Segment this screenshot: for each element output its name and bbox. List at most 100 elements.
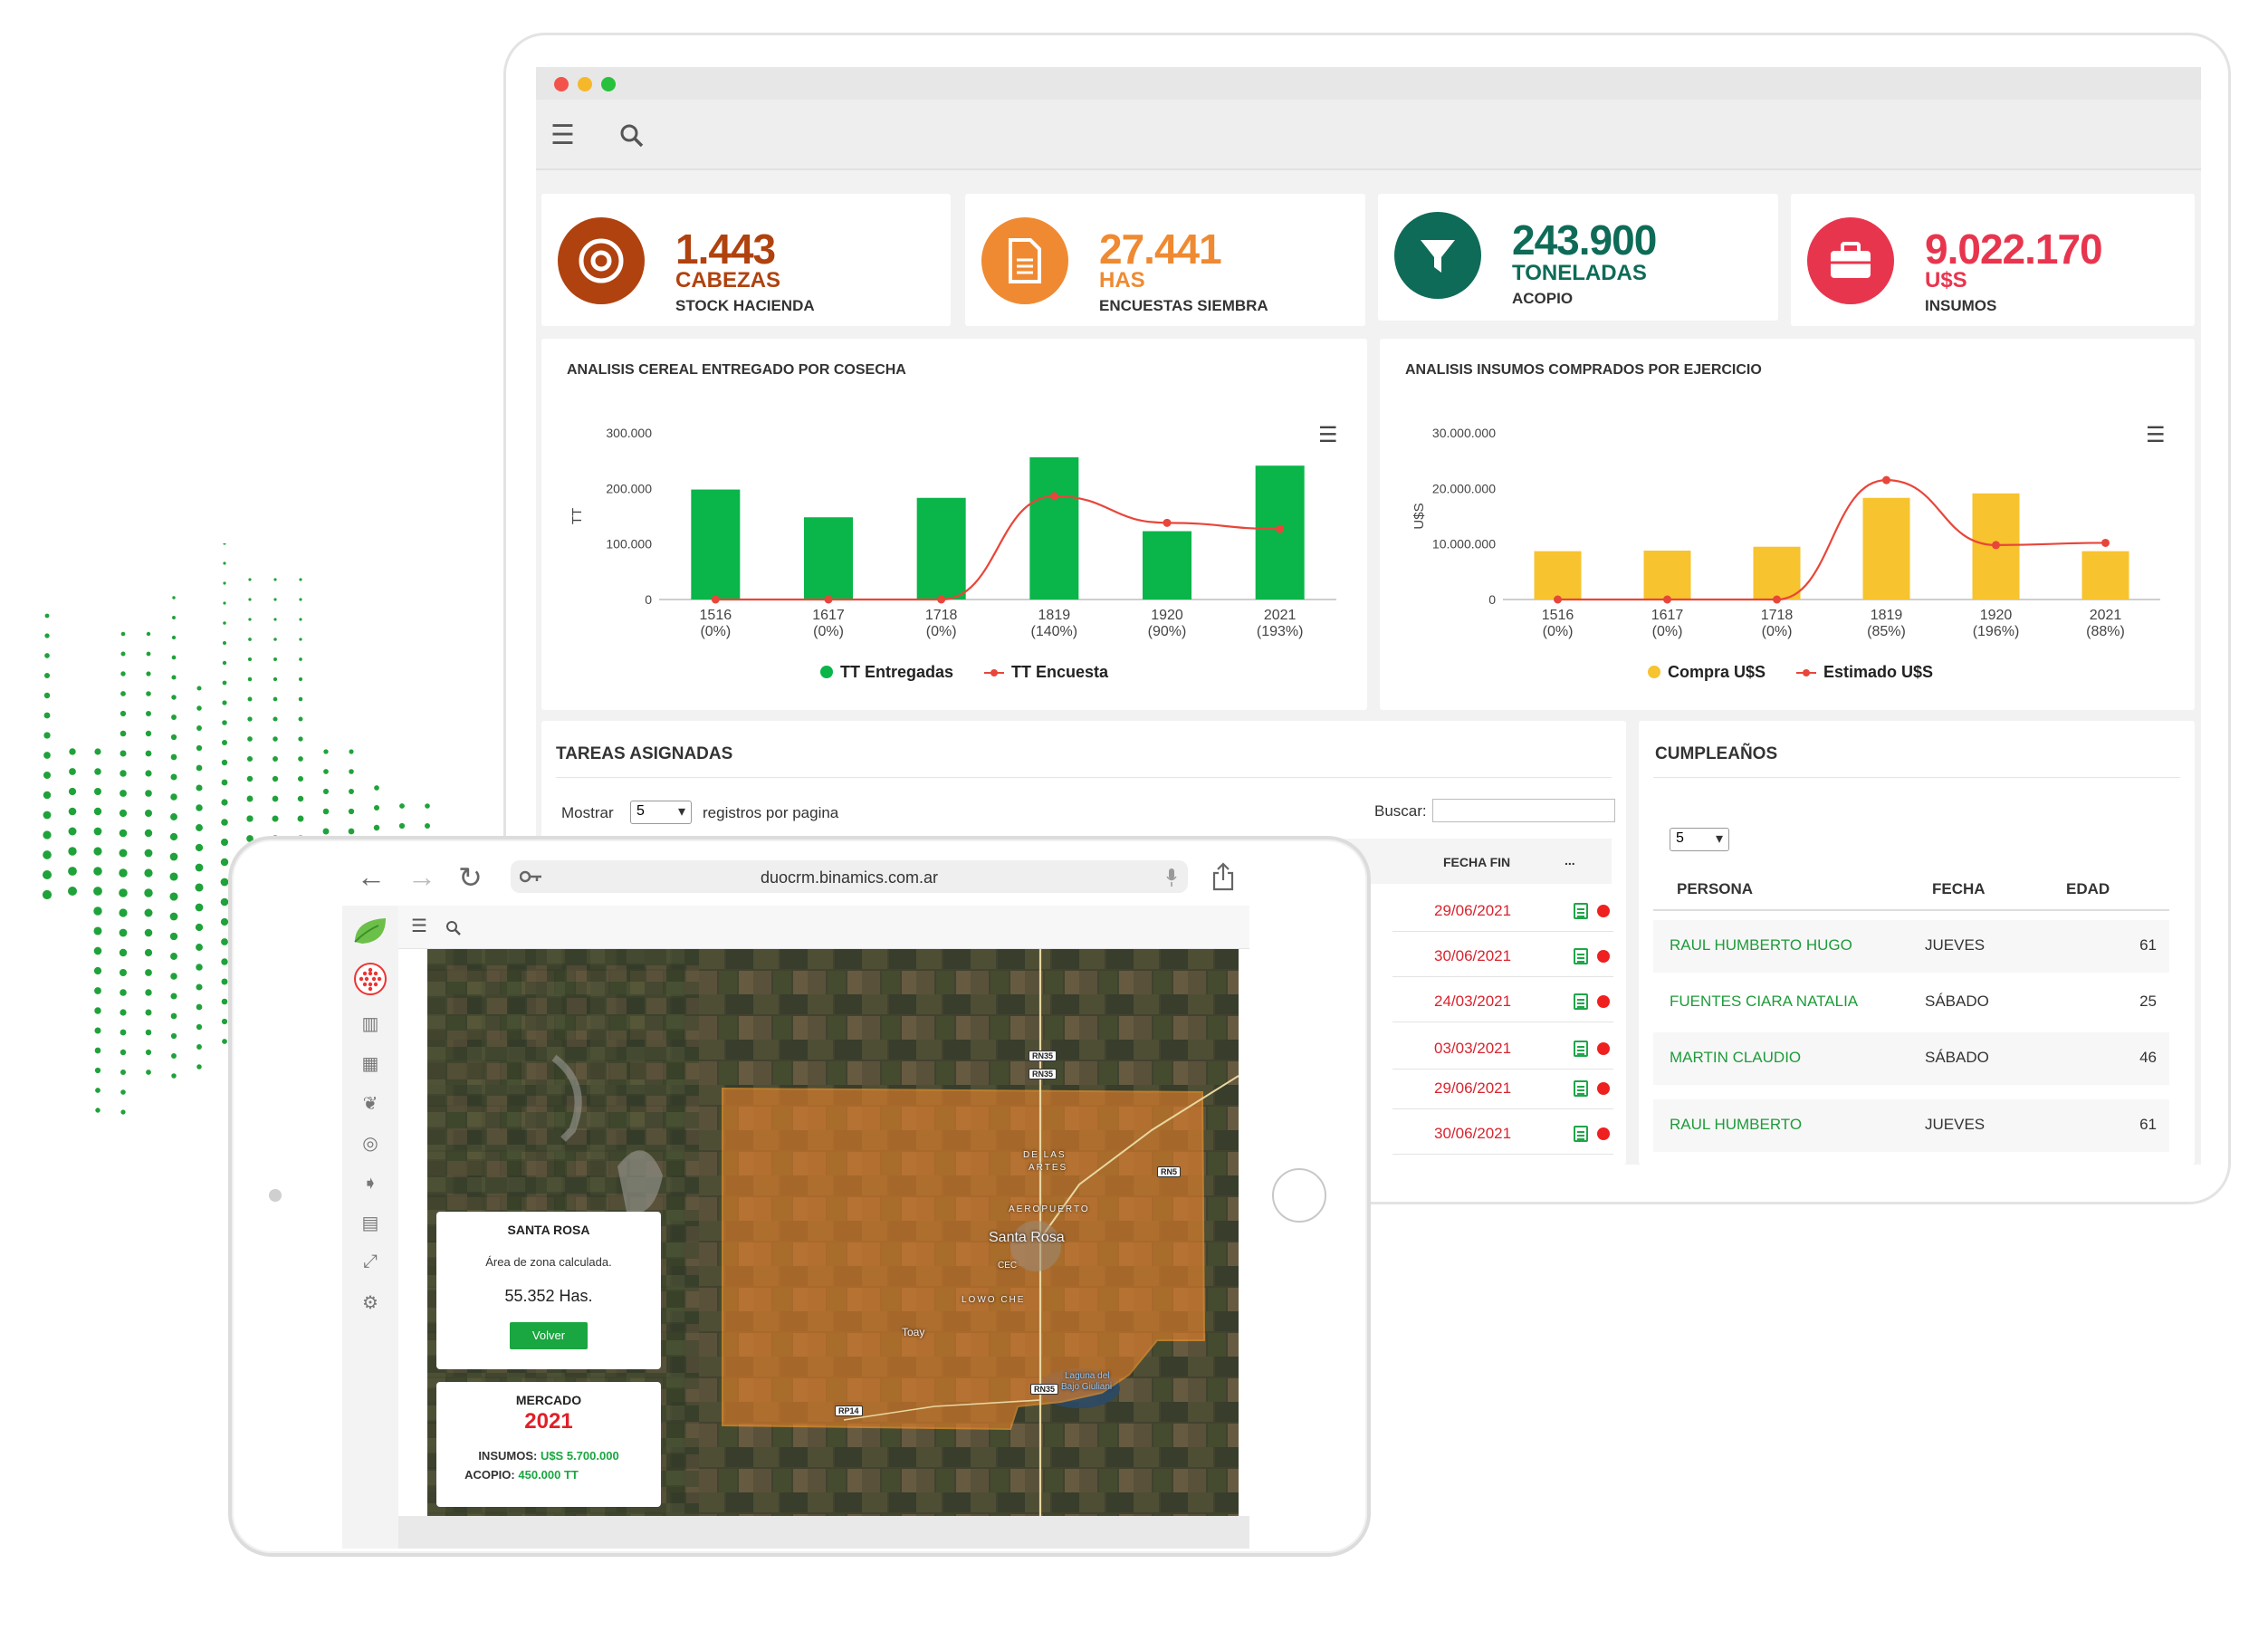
persona-link[interactable]: FUENTES CIARA NATALIA (1670, 993, 1858, 1011)
persona-link[interactable]: RAUL HUMBERTO HUGO (1670, 936, 1852, 955)
bar[interactable] (1029, 456, 1079, 600)
search-icon[interactable] (619, 123, 645, 149)
bar[interactable] (691, 489, 741, 600)
decor-dot (248, 638, 252, 641)
line-point[interactable] (711, 595, 720, 604)
line-point[interactable] (937, 595, 946, 604)
kpi-value: 27.441 (1099, 225, 1222, 273)
expand-icon[interactable]: ⤢ (357, 1252, 384, 1272)
decor-dot (94, 1047, 101, 1054)
line-point[interactable] (1992, 541, 2000, 550)
legend-item-line[interactable]: TT Encuesta (984, 663, 1108, 682)
document-icon[interactable]: ▤ (357, 1212, 384, 1234)
bar[interactable] (1643, 551, 1691, 600)
search-icon[interactable] (445, 920, 462, 936)
spreadsheet-icon[interactable] (1574, 1126, 1588, 1142)
table-row[interactable]: FUENTES CIARA NATALIA SÁBADO 25 (1653, 976, 2169, 1029)
line-point[interactable] (1049, 492, 1058, 501)
leaf-logo-icon[interactable] (351, 915, 389, 947)
spreadsheet-icon[interactable] (1574, 993, 1588, 1010)
table-row[interactable]: RAUL HUMBERTO JUEVES 61 (1653, 1099, 2169, 1152)
leaf-icon[interactable]: ❦ (357, 1092, 384, 1115)
road-tag: RN35 (1029, 1050, 1057, 1061)
legend-item-bar[interactable]: TT Entregadas (820, 663, 953, 682)
decor-dot (223, 621, 226, 625)
decor-dot (246, 795, 254, 802)
spreadsheet-icon[interactable] (1574, 1080, 1588, 1097)
legend-item-bar[interactable]: Compra U$S (1648, 663, 1766, 682)
col-fecha-fin[interactable]: FECHA FIN (1443, 855, 1510, 869)
reload-icon[interactable]: ↻ (458, 860, 483, 895)
tablet-camera (269, 1189, 282, 1202)
close-window-button[interactable] (554, 77, 569, 91)
maximize-window-button[interactable] (601, 77, 616, 91)
bar[interactable] (1534, 551, 1582, 600)
spreadsheet-icon[interactable] (1574, 948, 1588, 964)
line-point[interactable] (1882, 475, 1890, 484)
hamburger-menu-icon[interactable]: ☰ (411, 915, 427, 937)
col-persona[interactable]: PERSONA (1677, 880, 1753, 898)
bar[interactable] (1143, 531, 1191, 600)
persona-link[interactable]: MARTIN CLAUDIO (1670, 1049, 1801, 1067)
bar[interactable] (1862, 497, 1910, 600)
line-point[interactable] (824, 595, 833, 604)
bar[interactable] (2081, 551, 2129, 600)
line-point[interactable] (2101, 538, 2110, 547)
decor-dot (42, 869, 53, 880)
decor-dot (322, 828, 330, 835)
page-size-select[interactable]: 5 (630, 801, 692, 824)
line-point[interactable] (1663, 595, 1671, 604)
decor-dot (120, 750, 127, 757)
spreadsheet-icon[interactable] (1574, 1041, 1588, 1057)
divider (556, 777, 1612, 778)
decor-dot (68, 827, 77, 836)
decor-dot (145, 710, 152, 717)
satellite-map[interactable]: RN35 RN35 RN5 RN35 RP14 DE LAS ARTES AER… (427, 949, 1239, 1516)
col-edad[interactable]: EDAD (2066, 880, 2110, 898)
decor-dot (196, 964, 203, 971)
decor-dot (44, 633, 50, 638)
bar[interactable] (804, 517, 853, 600)
volver-button[interactable]: Volver (510, 1322, 588, 1349)
map-label: ARTES (1029, 1163, 1068, 1173)
table-row[interactable]: MARTIN CLAUDIO SÁBADO 46 (1653, 1032, 2169, 1085)
settings-icon[interactable]: ⚙ (357, 1291, 384, 1314)
page-size-select[interactable]: 5 (1670, 828, 1729, 851)
edad-cell: 61 (2139, 1116, 2157, 1133)
table-row[interactable]: RAUL HUMBERTO HUGO JUEVES 61 (1653, 920, 2169, 973)
building-icon[interactable]: ▦ (357, 1052, 384, 1075)
forward-icon[interactable]: → (407, 860, 436, 894)
minimize-window-button[interactable] (578, 77, 592, 91)
spreadsheet-icon[interactable] (1574, 903, 1588, 919)
microphone-icon[interactable] (1166, 868, 1177, 887)
back-icon[interactable]: ← (357, 860, 386, 894)
bar[interactable] (1753, 546, 1801, 600)
line-point[interactable] (1554, 595, 1562, 604)
decor-dot (298, 696, 303, 702)
search-input[interactable] (1432, 799, 1615, 822)
decor-dot (221, 978, 228, 985)
line-point[interactable] (1163, 518, 1172, 527)
bar[interactable] (916, 497, 966, 600)
tablet-home-button[interactable] (1272, 1168, 1326, 1223)
decor-dot (299, 657, 302, 661)
hamburger-menu-icon[interactable]: ☰ (550, 120, 575, 151)
tag-icon[interactable]: ➧ (357, 1172, 384, 1194)
legend-item-line[interactable]: Estimado U$S (1796, 663, 1933, 682)
bar-chart-icon[interactable]: ▥ (357, 1012, 384, 1035)
decor-dot (222, 680, 227, 686)
decor-dot (145, 1049, 152, 1056)
decor-dot (223, 581, 226, 585)
target-icon[interactable]: ◎ (357, 1132, 384, 1155)
fecha-cell: JUEVES (1925, 936, 1986, 954)
decor-dot (248, 578, 252, 581)
persona-link[interactable]: RAUL HUMBERTO (1670, 1116, 1802, 1134)
kpi-card-insumos: 9.022.170 U$S INSUMOS (1791, 194, 2195, 326)
address-bar[interactable]: duocrm.binamics.com.ar (511, 860, 1188, 893)
col-fecha[interactable]: FECHA (1932, 880, 1986, 898)
decor-dot (67, 886, 78, 897)
line-point[interactable] (1773, 595, 1781, 604)
share-icon[interactable] (1211, 862, 1235, 891)
avatar[interactable] (353, 962, 388, 996)
line-point[interactable] (1276, 524, 1285, 533)
